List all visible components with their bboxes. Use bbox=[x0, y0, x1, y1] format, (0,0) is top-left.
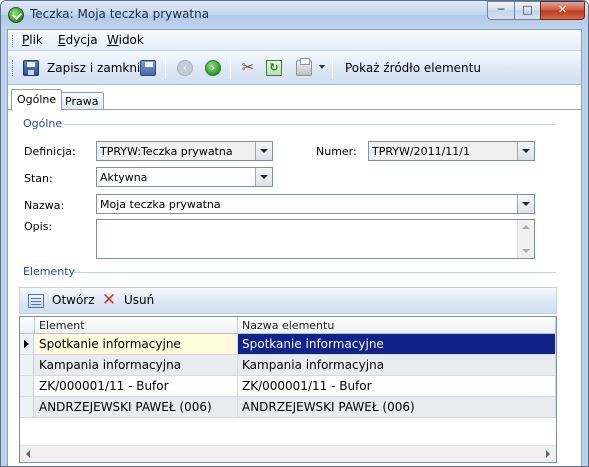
number-select[interactable]: TPRYW/2011/11/1 bbox=[368, 141, 535, 161]
app-icon bbox=[8, 7, 24, 23]
toolbar: Zapisz i zamknij ‹ › ✂ ↻ Pokaż źródło el… bbox=[8, 51, 581, 85]
save-icon[interactable] bbox=[23, 60, 39, 76]
name-input[interactable]: Moja teczka prywatna bbox=[96, 194, 535, 214]
open-document-icon[interactable] bbox=[28, 294, 44, 308]
menu-edycja[interactable]: Edycja bbox=[58, 33, 98, 47]
print-icon[interactable] bbox=[296, 58, 312, 76]
toolbar-separator bbox=[165, 57, 166, 79]
scroll-down-icon[interactable] bbox=[522, 249, 530, 253]
save-as-icon[interactable] bbox=[140, 60, 156, 76]
cell-element[interactable]: Kampania informacyjna bbox=[35, 355, 238, 375]
cell-element[interactable]: ZK/000001/11 - Bufor bbox=[35, 376, 238, 396]
name-label: Nazwa: bbox=[24, 199, 65, 212]
elements-section-title: Elementy bbox=[23, 265, 76, 278]
number-value: TPRYW/2011/11/1 bbox=[372, 145, 470, 158]
grid-header: Element Nazwa elementu bbox=[20, 317, 556, 334]
menu-bar: Plik Edycja Widok bbox=[8, 30, 581, 51]
definition-select[interactable]: TPRYW:Teczka prywatna bbox=[96, 141, 273, 161]
minimize-button[interactable]: ─ bbox=[487, 1, 515, 20]
tab-divider bbox=[8, 109, 581, 110]
client-area: Plik Edycja Widok Zapisz i zamknij ‹ › ✂… bbox=[7, 29, 582, 466]
tools-icon[interactable]: ✂ bbox=[240, 60, 256, 76]
menu-widok[interactable]: Widok bbox=[107, 33, 144, 47]
general-section-line bbox=[64, 124, 556, 125]
cell-element[interactable]: Spotkanie informacyjne bbox=[35, 334, 238, 354]
elements-grid: Element Nazwa elementu Spotkanie informa… bbox=[19, 316, 557, 463]
number-label: Numer: bbox=[316, 145, 357, 158]
table-row[interactable]: ZK/000001/11 - Bufor ZK/000001/11 - Bufo… bbox=[20, 376, 556, 397]
main-window: Teczka: Moja teczka prywatna ─ □ ✕ Plik … bbox=[0, 0, 589, 467]
scroll-up-icon[interactable] bbox=[522, 225, 530, 229]
chevron-down-icon[interactable] bbox=[517, 195, 534, 213]
status-label: Stan: bbox=[24, 172, 53, 185]
row-selector[interactable] bbox=[20, 355, 34, 375]
cell-element-name[interactable]: Kampania informacyjna bbox=[238, 355, 556, 375]
status-value: Aktywna bbox=[100, 171, 148, 184]
cell-element-name[interactable]: ZK/000001/11 - Bufor bbox=[238, 376, 556, 396]
refresh-icon[interactable]: ↻ bbox=[266, 60, 282, 76]
cell-element-name[interactable]: Spotkanie informacyjne bbox=[238, 334, 556, 354]
save-and-close-button[interactable]: Zapisz i zamknij bbox=[47, 61, 144, 75]
maximize-button[interactable]: □ bbox=[514, 1, 541, 20]
elements-section-line bbox=[74, 272, 556, 273]
menu-plik[interactable]: Plik bbox=[22, 33, 43, 47]
column-header-element-name[interactable]: Nazwa elementu bbox=[238, 317, 556, 334]
scroll-left-icon[interactable] bbox=[26, 450, 30, 458]
chevron-down-icon[interactable] bbox=[255, 142, 272, 160]
tab-strip: Ogólne Prawa bbox=[8, 86, 581, 111]
forward-arrow-icon[interactable]: › bbox=[205, 60, 221, 76]
close-button[interactable]: ✕ bbox=[540, 1, 585, 20]
cell-element[interactable]: ANDRZEJEWSKI PAWEŁ (006) bbox=[35, 397, 238, 417]
table-row[interactable]: Spotkanie informacyjne Spotkanie informa… bbox=[20, 334, 556, 355]
show-source-button[interactable]: Pokaż źródło elementu bbox=[345, 61, 481, 75]
table-row[interactable]: Kampania informacyjna Kampania informacy… bbox=[20, 355, 556, 376]
tab-permissions[interactable]: Prawa bbox=[59, 92, 105, 110]
scroll-right-icon[interactable] bbox=[546, 450, 550, 458]
open-button[interactable]: Otwórz bbox=[52, 293, 95, 307]
elements-toolbar: Otwórz ✕ Usuń bbox=[19, 287, 557, 314]
description-label: Opis: bbox=[24, 220, 53, 233]
definition-value: TPRYW:Teczka prywatna bbox=[100, 145, 233, 158]
current-row-icon bbox=[24, 340, 29, 348]
toolbar-separator bbox=[332, 57, 333, 79]
description-textarea[interactable] bbox=[96, 219, 535, 259]
definition-label: Definicja: bbox=[24, 145, 76, 158]
general-section-title: Ogólne bbox=[23, 117, 63, 130]
table-row[interactable]: ANDRZEJEWSKI PAWEŁ (006) ANDRZEJEWSKI PA… bbox=[20, 397, 556, 418]
chevron-down-icon[interactable] bbox=[517, 142, 534, 160]
delete-icon[interactable]: ✕ bbox=[101, 292, 117, 309]
row-selector[interactable] bbox=[20, 334, 34, 354]
cell-element-name[interactable]: ANDRZEJEWSKI PAWEŁ (006) bbox=[238, 397, 556, 417]
menu-grip[interactable] bbox=[12, 35, 15, 47]
window-title: Teczka: Moja teczka prywatna bbox=[30, 7, 210, 21]
description-scrollbar[interactable] bbox=[517, 220, 534, 258]
toolbar-separator bbox=[230, 57, 231, 79]
tab-general[interactable]: Ogólne bbox=[11, 89, 63, 111]
grid-horizontal-scrollbar[interactable] bbox=[20, 445, 556, 462]
delete-button[interactable]: Usuń bbox=[124, 293, 154, 307]
status-select[interactable]: Aktywna bbox=[96, 167, 273, 187]
grid-header-selector[interactable] bbox=[20, 317, 35, 334]
row-selector[interactable] bbox=[20, 376, 34, 396]
chevron-down-icon[interactable] bbox=[255, 168, 272, 186]
print-dropdown-icon[interactable] bbox=[319, 65, 325, 69]
back-arrow-icon[interactable]: ‹ bbox=[177, 60, 193, 76]
column-header-element[interactable]: Element bbox=[35, 317, 238, 334]
row-selector[interactable] bbox=[20, 397, 34, 417]
title-bar[interactable]: Teczka: Moja teczka prywatna ─ □ ✕ bbox=[1, 1, 588, 29]
toolbar-grip[interactable] bbox=[12, 60, 15, 76]
name-value: Moja teczka prywatna bbox=[100, 198, 221, 211]
